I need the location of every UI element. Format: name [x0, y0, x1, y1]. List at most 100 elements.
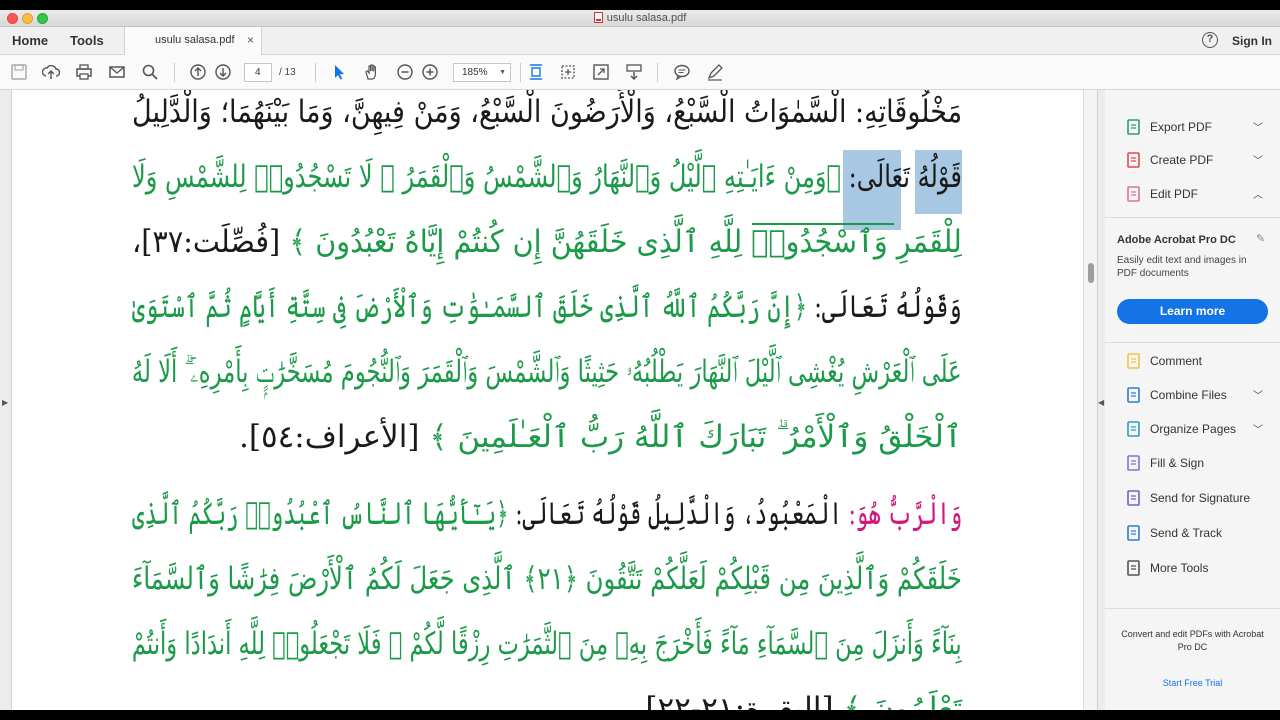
- fullscreen-icon[interactable]: [592, 63, 610, 81]
- tool-comment[interactable]: Comment: [1125, 352, 1275, 374]
- fill-sign-icon: [1125, 454, 1143, 472]
- edit-pdf-icon: [1125, 185, 1143, 203]
- body-text: [فُصِّلَت:٣٧]،: [132, 224, 290, 260]
- quran-verse-text: ﴿وَمِنْ ءَايَـٰتِهِ ٱلَّيْلُ وَٱلنَّهَار…: [132, 159, 842, 195]
- send-signature-icon: [1125, 489, 1143, 507]
- collapse-right-panel-icon[interactable]: ◀: [1098, 398, 1104, 407]
- highlight-pen-icon[interactable]: [706, 63, 724, 81]
- document-line: تَعْلَمُونَ ﴾ [البقرة:٢١-٢٢]: [645, 689, 962, 710]
- document-tab[interactable]: usulu salasa.pdf ×: [124, 27, 262, 55]
- pane-divider: [1105, 608, 1280, 609]
- fit-page-icon[interactable]: [527, 63, 545, 81]
- body-text: الْمَعْبُودُ، وَالْدَّلِيلُ قَوْلُهُ تَع…: [508, 496, 842, 532]
- promo-text: Easily edit text and images in PDF docum…: [1117, 255, 1247, 279]
- tool-label: Send & Track: [1150, 526, 1223, 540]
- quran-verse-text: ﴿إِنَّ رَبَّكُمُ ٱللَّهُ ٱلَّذِى خَلَقَ …: [132, 289, 808, 325]
- tab-close-icon[interactable]: ×: [247, 33, 254, 47]
- pdf-file-icon: [593, 12, 603, 23]
- expand-left-panel-icon[interactable]: ▶: [2, 398, 8, 407]
- document-line: وَقَوْلُهُ تَعَالَى: ﴿إِنَّ رَبَّكُمُ ٱل…: [132, 287, 962, 327]
- quran-verse-text: بِنَآءً وَأَنزَلَ مِنَ ٱلسَّمَآءِ مَآءً …: [132, 626, 962, 662]
- upload-icon[interactable]: [42, 63, 60, 81]
- window-title-text: usulu salasa.pdf: [606, 12, 687, 24]
- document-tab-label: usulu salasa.pdf: [155, 34, 235, 46]
- chevron-down-icon[interactable]: ﹀: [1253, 387, 1263, 402]
- title-bar: usulu salasa.pdf: [0, 10, 1280, 27]
- search-icon[interactable]: [141, 63, 159, 81]
- sign-in-link[interactable]: Sign In: [1232, 34, 1272, 48]
- quran-verse-text: ٱلْخَلْقُ وَٱلْأَمْرُ ۗ تَبَارَكَ ٱللَّه…: [429, 419, 962, 455]
- scroll-mode-icon[interactable]: [625, 63, 643, 81]
- email-icon[interactable]: [108, 63, 126, 81]
- start-free-trial-link[interactable]: Start Free Trial: [1117, 678, 1268, 688]
- heading-text: وَالْرَّبُّ هُوَ:: [841, 496, 962, 532]
- page-down-icon[interactable]: [214, 63, 232, 81]
- chevron-up-icon[interactable]: ︿: [1253, 186, 1263, 201]
- page-up-icon[interactable]: [189, 63, 207, 81]
- print-icon[interactable]: [75, 63, 93, 81]
- document-line: مَخْلُوقَاتِهِ: الْسَّمٰوَاتُ الْسَّبْعُ…: [132, 92, 962, 132]
- learn-more-button[interactable]: Learn more: [1117, 299, 1268, 324]
- pane-divider: [1105, 342, 1280, 343]
- export-pdf-icon: [1125, 118, 1143, 136]
- toolbar-divider: [520, 63, 521, 82]
- page-number-input[interactable]: 4: [244, 63, 272, 82]
- hand-icon[interactable]: [363, 63, 381, 81]
- save-icon[interactable]: [10, 63, 28, 81]
- toolbar-divider: [315, 63, 316, 82]
- tool-edit-pdf[interactable]: Edit PDF ︿: [1125, 185, 1275, 207]
- tool-more-tools[interactable]: More Tools: [1125, 559, 1275, 581]
- tool-label: Send for Signature: [1150, 491, 1251, 505]
- tool-combine-files[interactable]: Combine Files ﹀: [1125, 386, 1275, 408]
- body-text: مَخْلُوقَاتِهِ: الْسَّمٰوَاتُ الْسَّبْعُ…: [131, 94, 962, 130]
- tool-organize-pages[interactable]: Organize Pages ﹀: [1125, 420, 1275, 442]
- chevron-down-icon[interactable]: ﹀: [1253, 421, 1263, 436]
- help-icon[interactable]: ?: [1202, 32, 1218, 48]
- menu-home[interactable]: Home: [12, 33, 48, 48]
- tool-label: Edit PDF: [1150, 187, 1199, 201]
- document-line: وَالْرَّبُّ هُوَ: الْمَعْبُودُ، وَالْدَّ…: [132, 494, 962, 534]
- toolbar-divider: [174, 63, 175, 82]
- tool-create-pdf[interactable]: Create PDF ﹀: [1125, 151, 1275, 173]
- combine-files-icon: [1125, 386, 1143, 404]
- convert-promo-text: Convert and edit PDFs with Acrobat Pro D…: [1121, 629, 1264, 652]
- tool-fill-sign[interactable]: Fill & Sign: [1125, 454, 1275, 476]
- rotate-icon[interactable]: [559, 63, 577, 81]
- zoom-select[interactable]: 185% ▼: [453, 63, 511, 82]
- chevron-down-icon: ▼: [499, 69, 506, 76]
- send-track-icon: [1125, 524, 1143, 542]
- scrollbar-thumb[interactable]: [1088, 263, 1094, 283]
- comment-tool-icon: [1125, 352, 1143, 370]
- page-total: / 13: [279, 67, 296, 78]
- pin-icon[interactable]: ✎: [1256, 232, 1265, 245]
- chevron-down-icon[interactable]: ﹀: [1253, 152, 1263, 167]
- vertical-scrollbar[interactable]: [1083, 90, 1097, 710]
- body-text: قَوْلُهُ تَعَالَى:: [841, 159, 962, 195]
- quran-verse-text: تَعْلَمُونَ ﴾: [843, 691, 962, 710]
- tool-label: Combine Files: [1150, 388, 1227, 402]
- body-text: [الأعراف:٥٤].: [239, 419, 430, 455]
- zoom-in-icon[interactable]: [421, 63, 439, 81]
- document-line: بِنَآءً وَأَنزَلَ مِنَ ٱلسَّمَآءِ مَآءً …: [132, 624, 962, 664]
- select-arrow-icon[interactable]: [330, 63, 348, 81]
- tool-label: Create PDF: [1150, 153, 1214, 167]
- tool-export-pdf[interactable]: Export PDF ﹀: [1125, 118, 1275, 140]
- body-text: [البقرة:٢١-٢٢]: [645, 691, 844, 710]
- tool-send-track[interactable]: Send & Track: [1125, 524, 1275, 546]
- document-line: قَوْلُهُ تَعَالَى: ﴿وَمِنْ ءَايَـٰتِهِ ٱ…: [132, 157, 962, 197]
- zoom-out-icon[interactable]: [396, 63, 414, 81]
- tool-label: Comment: [1150, 354, 1203, 368]
- tool-send-for-signature[interactable]: Send for Signature: [1125, 489, 1275, 511]
- menu-tools[interactable]: Tools: [70, 33, 104, 48]
- quran-verse-text: خَلَقَكُمْ وَٱلَّذِينَ مِن قَبْلِكُمْ لَ…: [132, 561, 962, 597]
- quran-verse-text: ﴿يَـٰٓأَيُّهَا ٱلنَّاسُ ٱعْبُدُوا۟ رَبَّ…: [131, 496, 509, 532]
- pdf-page[interactable]: مَخْلُوقَاتِهِ: الْسَّمٰوَاتُ الْسَّبْعُ…: [12, 90, 1083, 710]
- comment-icon[interactable]: [673, 63, 691, 81]
- chevron-down-icon[interactable]: ﹀: [1253, 119, 1263, 134]
- quran-verse-text: عَلَى ٱلْعَرْشِ يُغْشِى ٱلَّيْلَ ٱلنَّهَ…: [132, 354, 962, 390]
- right-panel-strip: ◀: [1097, 90, 1105, 710]
- body-text: وَقَوْلُهُ تَعَالَى:: [807, 289, 962, 325]
- acrobat-window: usulu salasa.pdf Home Tools usulu salasa…: [0, 10, 1280, 710]
- more-tools-icon: [1125, 559, 1143, 577]
- tools-pane: Adobe Acrobat Pro DC ✎ Easily edit text …: [1105, 90, 1280, 710]
